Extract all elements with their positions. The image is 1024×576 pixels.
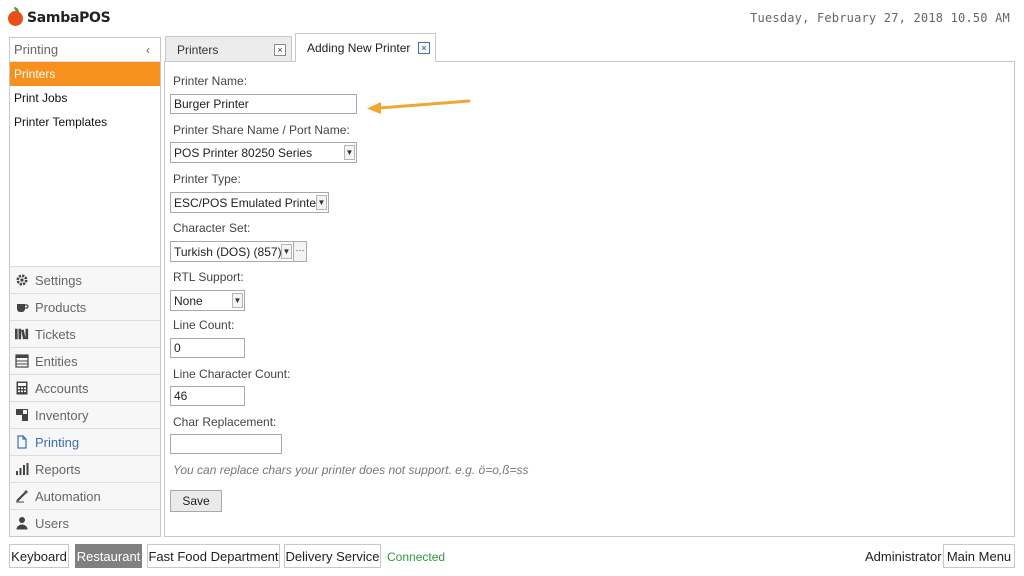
app-logo: SambaPOS: [8, 6, 111, 26]
close-icon[interactable]: ×: [418, 42, 430, 54]
module-printing[interactable]: Printing: [10, 428, 160, 455]
tab-printers[interactable]: Printers ×: [165, 36, 292, 62]
tomato-logo-icon: [8, 6, 23, 26]
rtl-support-label: RTL Support:: [173, 270, 244, 284]
collapse-chevron-icon[interactable]: ‹: [146, 43, 156, 57]
chevron-down-icon[interactable]: ▼: [232, 293, 243, 308]
select-value: ESC/POS Emulated Printer: [174, 195, 321, 210]
submenu-item-printers[interactable]: Printers: [10, 62, 160, 86]
character-set-select[interactable]: Turkish (DOS) (857) ▼: [170, 241, 294, 262]
footer-delivery-button[interactable]: Delivery Service: [284, 544, 381, 568]
printer-type-select[interactable]: ESC/POS Emulated Printer ▼: [170, 192, 329, 213]
character-set-more-button[interactable]: ···: [293, 241, 307, 262]
section-title: Printing: [14, 42, 59, 57]
module-label: Printing: [35, 434, 80, 450]
char-replacement-input[interactable]: [170, 434, 282, 454]
printer-form: Printer Name: Printer Share Name / Port …: [164, 61, 1015, 537]
bar-chart-icon: [15, 462, 29, 476]
coffee-cup-icon: [15, 300, 29, 314]
printer-name-input[interactable]: [170, 94, 357, 114]
printer-type-label: Printer Type:: [173, 172, 241, 186]
module-settings[interactable]: Settings: [10, 266, 160, 293]
rtl-support-select[interactable]: None ▼: [170, 290, 245, 311]
line-count-input[interactable]: [170, 338, 245, 358]
module-label: Accounts: [35, 380, 89, 396]
user-icon: [15, 516, 29, 530]
module-label: Tickets: [35, 326, 76, 342]
footer-bar: Keyboard Restaurant Fast Food Department…: [0, 542, 1024, 570]
document-icon: [15, 435, 29, 449]
tab-label: Adding New Printer: [307, 41, 411, 55]
app-name: SambaPOS: [27, 10, 111, 26]
module-reports[interactable]: Reports: [10, 455, 160, 482]
module-label: Automation: [35, 488, 101, 504]
line-char-count-label: Line Character Count:: [173, 367, 291, 381]
save-button[interactable]: Save: [170, 490, 222, 512]
module-products[interactable]: Products: [10, 293, 160, 320]
footer-fast-food-button[interactable]: Fast Food Department: [147, 544, 280, 568]
select-value: POS Printer 80250 Series: [174, 145, 313, 160]
line-count-label: Line Count:: [173, 318, 235, 332]
gear-icon: [15, 273, 29, 287]
close-icon[interactable]: ×: [274, 43, 286, 56]
char-replacement-hint: You can replace chars your printer does …: [173, 463, 529, 477]
tickets-icon: [15, 327, 29, 341]
entities-icon: [15, 354, 29, 368]
current-user: Administrator: [865, 549, 942, 564]
chevron-down-icon[interactable]: ▼: [344, 145, 355, 160]
module-automation[interactable]: Automation: [10, 482, 160, 509]
header: SambaPOS Tuesday, February 27, 2018 10.5…: [0, 0, 1024, 36]
module-accounts[interactable]: Accounts: [10, 374, 160, 401]
module-label: Settings: [35, 272, 82, 288]
connection-status: Connected: [387, 550, 446, 564]
module-label: Users: [35, 515, 69, 531]
share-name-select[interactable]: POS Printer 80250 Series ▼: [170, 142, 357, 163]
line-char-count-input[interactable]: [170, 386, 245, 406]
datetime-display: Tuesday, February 27, 2018 10.50 AM: [750, 11, 1010, 25]
select-value: Turkish (DOS) (857): [174, 244, 282, 259]
tab-adding-new-printer[interactable]: Adding New Printer ×: [295, 33, 436, 62]
module-tickets[interactable]: Tickets: [10, 320, 160, 347]
annotation-arrow-icon: [367, 99, 471, 114]
left-panel: Printing ‹ Printers Print Jobs Printer T…: [9, 37, 161, 537]
footer-keyboard-button[interactable]: Keyboard: [9, 544, 69, 568]
module-label: Inventory: [35, 407, 89, 423]
section-header: Printing ‹: [10, 38, 160, 62]
module-entities[interactable]: Entities: [10, 347, 160, 374]
chevron-down-icon[interactable]: ▼: [281, 244, 292, 259]
submenu-item-print-jobs[interactable]: Print Jobs: [10, 86, 160, 110]
share-name-label: Printer Share Name / Port Name:: [173, 123, 350, 137]
module-list: Settings Products Tickets Entities Accou…: [10, 266, 160, 536]
calculator-icon: [15, 381, 29, 395]
module-users[interactable]: Users: [10, 509, 160, 536]
wand-icon: [15, 489, 29, 503]
select-value: None: [174, 293, 203, 308]
tab-label: Printers: [177, 42, 219, 57]
chevron-down-icon[interactable]: ▼: [316, 195, 327, 210]
inventory-icon: [15, 408, 29, 422]
character-set-label: Character Set:: [173, 221, 251, 235]
module-inventory[interactable]: Inventory: [10, 401, 160, 428]
main-menu-button[interactable]: Main Menu: [943, 544, 1015, 568]
footer-restaurant-button[interactable]: Restaurant: [75, 544, 142, 568]
submenu-item-printer-templates[interactable]: Printer Templates: [10, 110, 160, 134]
module-label: Entities: [35, 353, 78, 369]
printer-name-label: Printer Name:: [173, 74, 248, 88]
char-replacement-label: Char Replacement:: [173, 415, 277, 429]
module-label: Reports: [35, 461, 81, 477]
module-label: Products: [35, 299, 87, 315]
